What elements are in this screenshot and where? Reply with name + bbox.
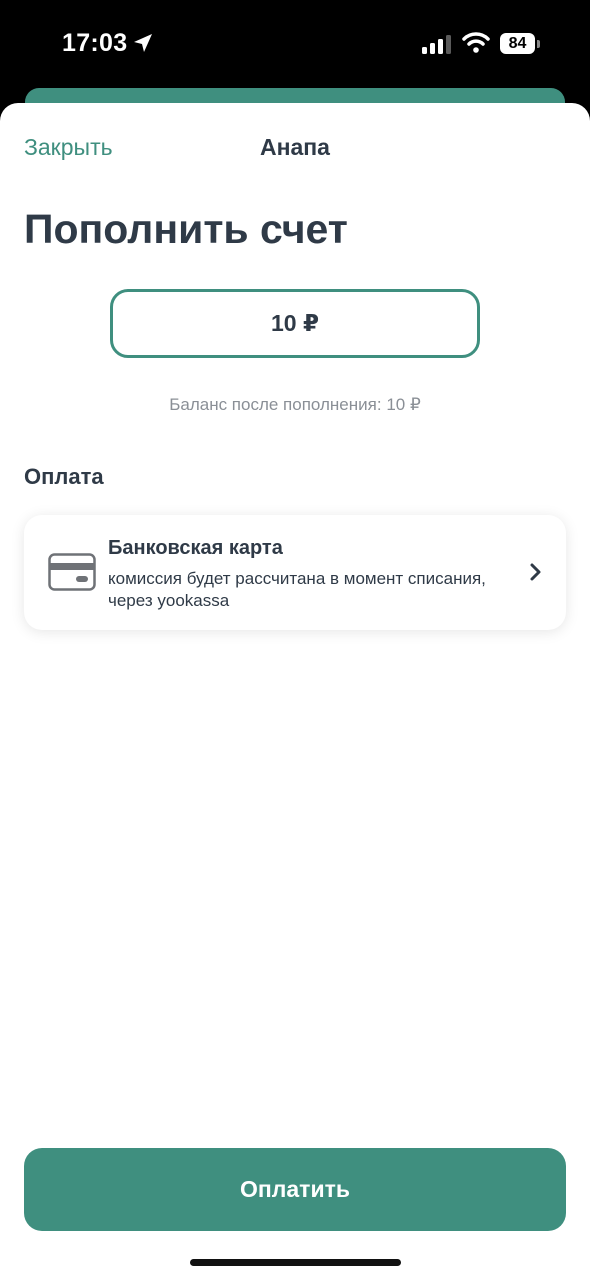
pay-button[interactable]: Оплатить xyxy=(24,1148,566,1231)
sheet-title: Анапа xyxy=(260,134,330,160)
payment-method-title: Банковская карта xyxy=(108,537,283,559)
status-bar: 17:03 84 xyxy=(0,0,590,90)
payment-method-bank-card[interactable]: Банковская карта комиссия будет рассчита… xyxy=(24,515,566,630)
balance-after-top-up: Баланс после пополнения: 10 ₽ xyxy=(0,395,590,415)
payment-method-description: комиссия будет рассчитана в момент списа… xyxy=(108,569,486,610)
location-arrow-icon xyxy=(134,34,152,52)
amount-input[interactable]: 10 ₽ xyxy=(110,289,480,358)
status-time: 17:03 xyxy=(62,29,128,57)
page-title: Пополнить счет xyxy=(24,206,348,252)
payment-section-title: Оплата xyxy=(24,464,104,489)
credit-card-icon xyxy=(48,553,96,591)
balance-label: Баланс после пополнения: xyxy=(169,395,382,414)
chevron-right-icon xyxy=(530,563,541,581)
balance-value: 10 ₽ xyxy=(386,395,421,414)
battery-icon: 84 xyxy=(500,33,540,55)
cellular-signal-icon xyxy=(422,35,451,54)
home-indicator[interactable] xyxy=(190,1259,401,1266)
top-up-sheet: Закрыть Анапа Пополнить счет 10 ₽ Баланс… xyxy=(0,103,590,1280)
battery-level: 84 xyxy=(500,33,535,54)
amount-value: 10 ₽ xyxy=(271,310,319,336)
wifi-icon xyxy=(462,32,490,53)
battery-tip xyxy=(537,40,540,48)
